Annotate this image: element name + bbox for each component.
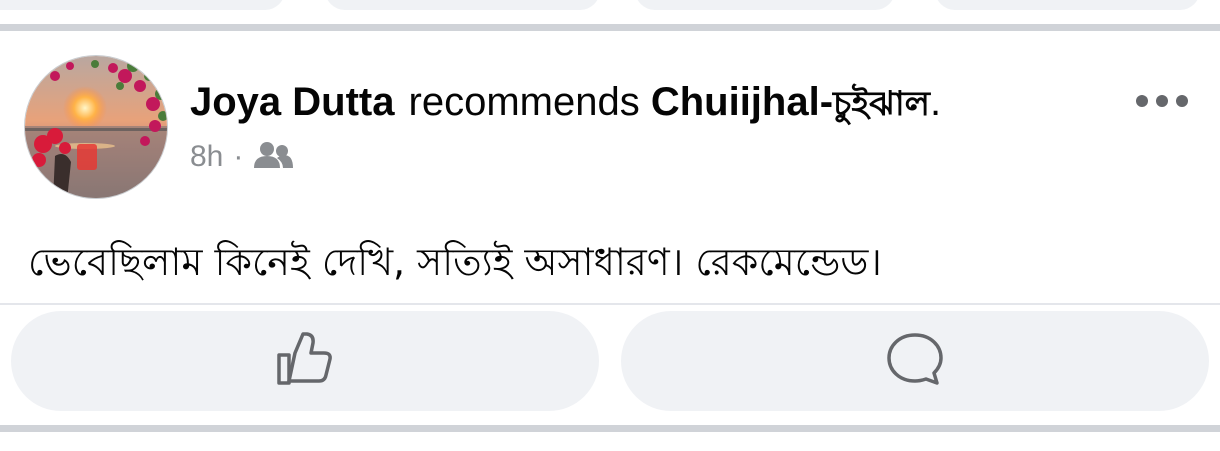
thumbs-up-icon xyxy=(275,331,335,392)
like-button[interactable] xyxy=(11,311,599,411)
meta-separator: · xyxy=(233,140,244,173)
friends-icon[interactable] xyxy=(253,140,294,178)
avatar[interactable] xyxy=(24,55,168,199)
page-name-latin: Chuiijhal- xyxy=(650,80,834,124)
actions-divider xyxy=(0,303,1220,305)
previous-chip[interactable] xyxy=(635,0,895,10)
more-options-icon[interactable] xyxy=(1134,88,1190,114)
page-name-bengali: চুইঝাল xyxy=(833,84,931,124)
previous-chip[interactable] xyxy=(0,0,285,10)
author-name[interactable]: Joya Dutta xyxy=(190,80,395,124)
previous-post-chips xyxy=(0,0,1220,24)
comment-icon xyxy=(885,331,945,392)
comment-button[interactable] xyxy=(621,311,1209,411)
post-meta: 8h · xyxy=(190,140,294,178)
page-name-link[interactable]: Chuiijhal-চুইঝাল xyxy=(651,80,930,124)
previous-chip[interactable] xyxy=(935,0,1200,10)
avatar-image xyxy=(25,56,167,198)
header-period: . xyxy=(930,80,942,124)
timestamp[interactable]: 8h xyxy=(190,140,223,173)
post-divider-top xyxy=(0,24,1220,31)
post-divider-bottom xyxy=(0,425,1220,432)
recommends-text: recommends xyxy=(408,80,640,124)
post-body-text: ভেবেছিলাম কিনেই দেখি, সত্যিই অসাধারণ। রে… xyxy=(28,240,882,284)
previous-chip[interactable] xyxy=(325,0,600,10)
post-header: Joya Dutta recommends Chuiijhal-চুইঝাল. xyxy=(190,78,941,135)
